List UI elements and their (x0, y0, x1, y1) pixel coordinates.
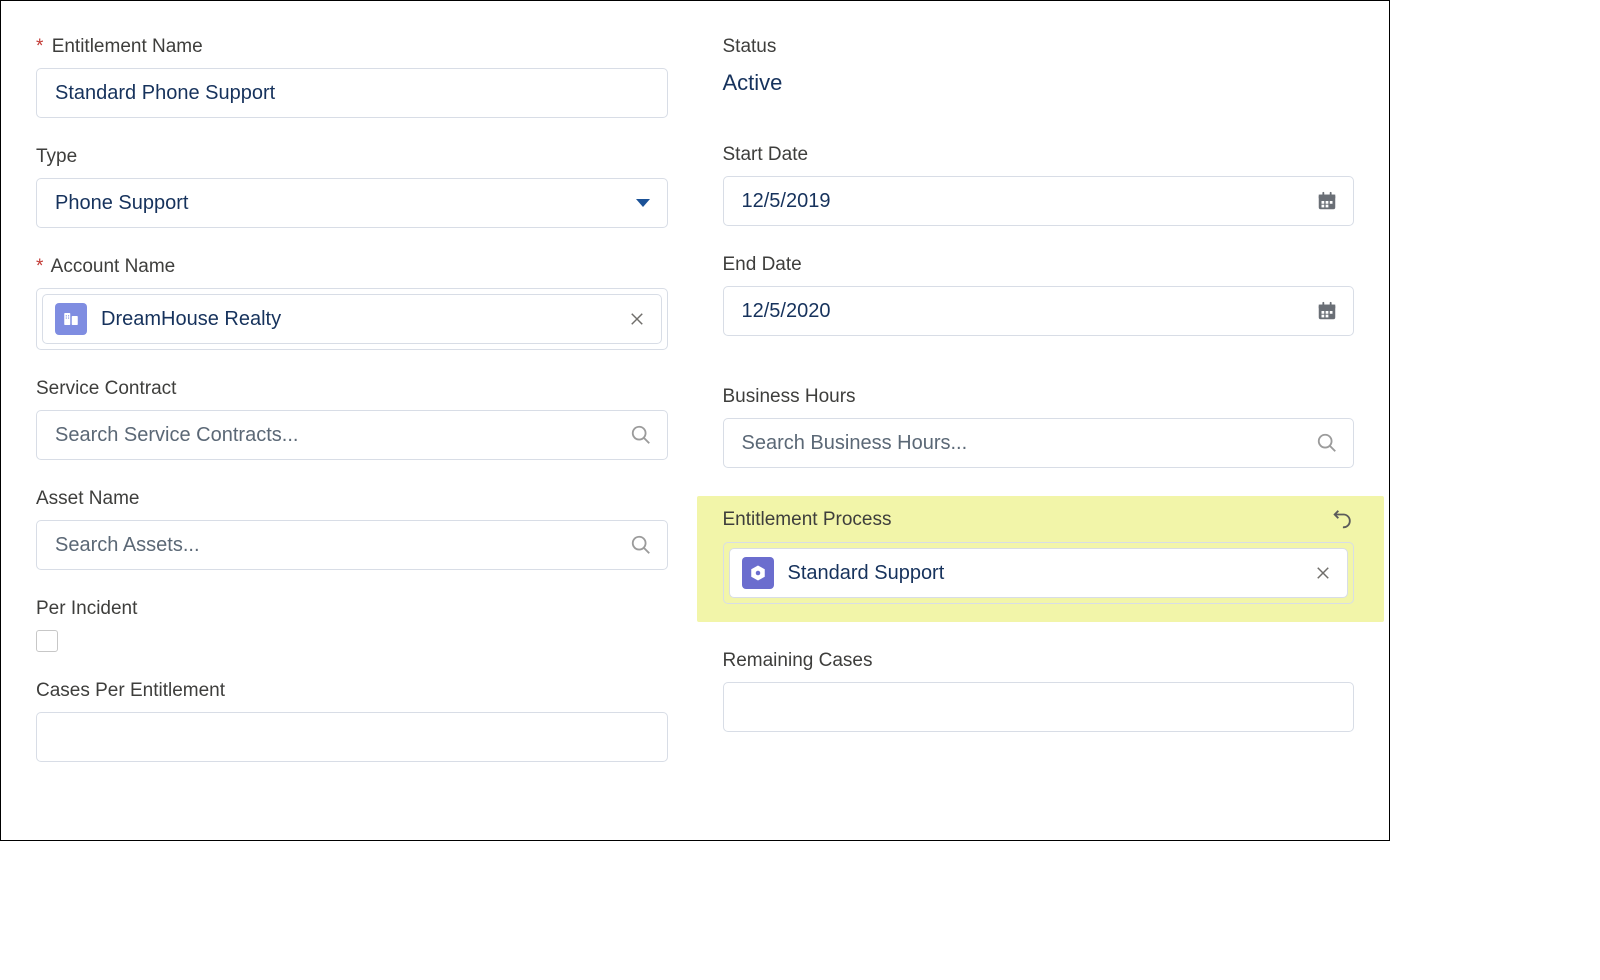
type-value: Phone Support (55, 192, 188, 215)
left-column: * Entitlement Name Type Phone Support * … (36, 36, 668, 790)
per-incident-label: Per Incident (36, 598, 668, 620)
asset-name-search-wrap (36, 520, 668, 570)
entitlement-process-value: Standard Support (788, 562, 1312, 585)
start-date-input[interactable] (723, 176, 1355, 226)
end-date-label: End Date (723, 254, 1355, 276)
undo-button[interactable] (1330, 508, 1354, 532)
asset-name-label: Asset Name (36, 488, 668, 510)
entitlement-process-pill[interactable]: Standard Support (729, 548, 1349, 598)
status-group: Status Active (723, 36, 1355, 96)
cases-per-entitlement-input[interactable] (36, 712, 668, 762)
remaining-cases-label: Remaining Cases (723, 650, 1355, 672)
end-date-input[interactable] (723, 286, 1355, 336)
business-hours-search-wrap (723, 418, 1355, 468)
account-icon (55, 303, 87, 335)
business-hours-group: Business Hours (723, 386, 1355, 468)
remaining-cases-input[interactable] (723, 682, 1355, 732)
type-select[interactable]: Phone Support (36, 178, 668, 228)
business-hours-label: Business Hours (723, 386, 1355, 408)
type-group: Type Phone Support (36, 146, 668, 228)
entitlement-process-lookup-wrap: Standard Support (723, 542, 1355, 604)
clear-entitlement-process-button[interactable] (1311, 561, 1335, 585)
remaining-cases-group: Remaining Cases (723, 650, 1355, 732)
type-label: Type (36, 146, 668, 168)
entitlement-process-label-row: Entitlement Process (723, 508, 1355, 532)
clear-account-button[interactable] (625, 307, 649, 331)
entitlement-name-label: * Entitlement Name (36, 36, 668, 58)
account-lookup-pill[interactable]: DreamHouse Realty (42, 294, 662, 344)
per-incident-group: Per Incident (36, 598, 668, 652)
status-value: Active (723, 68, 1355, 96)
entitlement-name-input[interactable] (36, 68, 668, 118)
right-column: Status Active Start Date End Date Busin (723, 36, 1355, 790)
status-label: Status (723, 36, 1355, 58)
service-contract-group: Service Contract (36, 378, 668, 460)
asset-name-group: Asset Name (36, 488, 668, 570)
required-star: * (36, 36, 43, 57)
business-hours-input[interactable] (723, 418, 1355, 468)
entitlement-edit-form: * Entitlement Name Type Phone Support * … (0, 0, 1390, 841)
start-date-wrap (723, 176, 1355, 226)
asset-name-input[interactable] (36, 520, 668, 570)
entitlement-process-label: Entitlement Process (723, 509, 892, 531)
cases-per-entitlement-label: Cases Per Entitlement (36, 680, 668, 702)
account-name-group: * Account Name DreamHouse Realty (36, 256, 668, 350)
required-star: * (36, 256, 43, 277)
entitlement-name-group: * Entitlement Name (36, 36, 668, 118)
start-date-group: Start Date (723, 144, 1355, 226)
account-lookup-value: DreamHouse Realty (101, 308, 625, 331)
per-incident-checkbox[interactable] (36, 630, 58, 652)
type-select-wrap: Phone Support (36, 178, 668, 228)
end-date-group: End Date (723, 254, 1355, 336)
start-date-label: Start Date (723, 144, 1355, 166)
account-lookup-wrap: DreamHouse Realty (36, 288, 668, 350)
service-contract-input[interactable] (36, 410, 668, 460)
end-date-wrap (723, 286, 1355, 336)
cases-per-entitlement-group: Cases Per Entitlement (36, 680, 668, 762)
service-contract-label: Service Contract (36, 378, 668, 400)
entitlement-process-group: Entitlement Process Standard Support (697, 496, 1385, 622)
service-contract-search-wrap (36, 410, 668, 460)
entitlement-process-icon (742, 557, 774, 589)
account-name-label: * Account Name (36, 256, 668, 278)
